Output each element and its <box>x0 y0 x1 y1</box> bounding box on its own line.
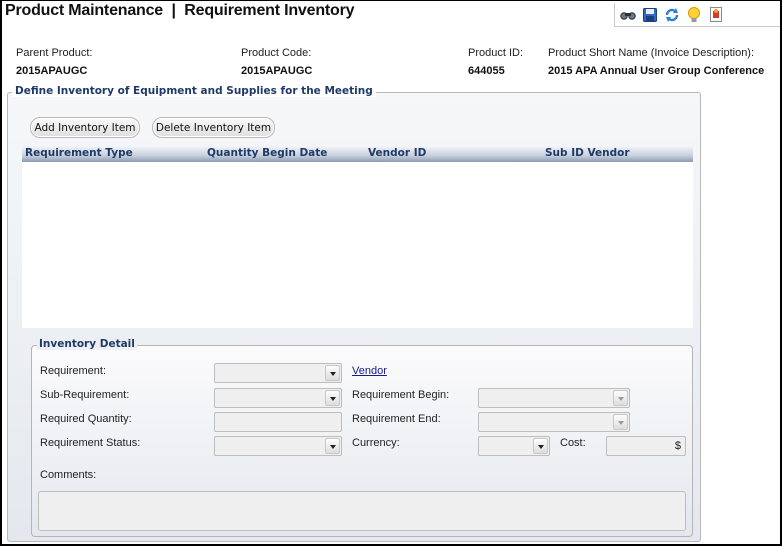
inventory-detail-legend: Inventory Detail <box>37 338 137 350</box>
column-header-quantity-begin-date[interactable]: Quantity Begin Date <box>207 147 327 159</box>
requirement-select[interactable] <box>214 363 342 383</box>
sub-requirement-select[interactable] <box>214 388 342 408</box>
requirement-end-select[interactable] <box>478 412 630 432</box>
parent-product-value: 2015APAUGC <box>16 65 88 77</box>
chevron-down-icon[interactable] <box>613 390 628 406</box>
requirement-end-label: Requirement End: <box>352 413 441 425</box>
chevron-down-icon[interactable] <box>325 390 340 406</box>
required-quantity-input[interactable] <box>214 412 342 432</box>
currency-label: Currency: <box>352 437 400 449</box>
requirement-begin-select[interactable] <box>478 388 630 408</box>
requirement-status-select[interactable] <box>214 436 342 456</box>
lightbulb-icon[interactable] <box>685 6 703 24</box>
requirement-begin-label: Requirement Begin: <box>352 389 450 401</box>
toolbar <box>614 3 780 27</box>
report-icon[interactable] <box>707 6 725 24</box>
product-code-info: Product Code: 2015APAUGC <box>241 47 312 77</box>
short-name-label: Product Short Name (Invoice Description)… <box>548 47 755 59</box>
product-code-label: Product Code: <box>241 47 312 59</box>
inventory-legend: Define Inventory of Equipment and Suppli… <box>12 85 376 97</box>
short-name-value: 2015 APA Annual User Group Conference <box>548 65 765 77</box>
chevron-down-icon[interactable] <box>325 365 340 381</box>
column-header-vendor-id[interactable]: Vendor ID <box>368 147 426 159</box>
binoculars-icon[interactable] <box>619 6 637 24</box>
add-inventory-item-button[interactable]: Add Inventory Item <box>30 117 140 138</box>
vendor-link[interactable]: Vendor <box>352 365 387 377</box>
grid-header: Requirement Type Quantity Begin Date Ven… <box>22 146 693 162</box>
requirement-label: Requirement: <box>40 365 107 377</box>
short-name-info: Product Short Name (Invoice Description)… <box>548 47 764 77</box>
cost-input[interactable]: $ <box>606 436 686 456</box>
product-code-value: 2015APAUGC <box>241 65 313 77</box>
parent-product-label: Parent Product: <box>16 47 93 59</box>
chevron-down-icon[interactable] <box>613 414 628 430</box>
chevron-down-icon[interactable] <box>533 438 548 454</box>
currency-symbol: $ <box>674 440 681 452</box>
inventory-grid[interactable]: Requirement Type Quantity Begin Date Ven… <box>22 146 693 328</box>
column-header-requirement-type[interactable]: Requirement Type <box>25 147 133 159</box>
delete-inventory-item-button[interactable]: Delete Inventory Item <box>152 117 275 138</box>
column-header-sub-id-vendor[interactable]: Sub ID Vendor <box>545 147 630 159</box>
refresh-icon[interactable] <box>663 6 681 24</box>
sub-requirement-label: Sub-Requirement: <box>40 389 130 401</box>
product-id-label: Product ID: <box>468 47 524 59</box>
requirement-status-label: Requirement Status: <box>40 437 141 449</box>
required-quantity-label: Required Quantity: <box>40 413 132 425</box>
chevron-down-icon[interactable] <box>325 438 340 454</box>
cost-label: Cost: <box>560 437 586 449</box>
comments-textarea[interactable] <box>38 491 686 531</box>
product-id-info: Product ID: 644055 <box>468 47 523 77</box>
parent-product-info: Parent Product: 2015APAUGC <box>16 47 92 77</box>
product-id-value: 644055 <box>468 65 505 77</box>
comments-label: Comments: <box>40 469 97 481</box>
save-icon[interactable] <box>641 6 659 24</box>
currency-select[interactable] <box>478 436 550 456</box>
page-title: Product Maintenance | Requirement Invent… <box>5 2 355 19</box>
